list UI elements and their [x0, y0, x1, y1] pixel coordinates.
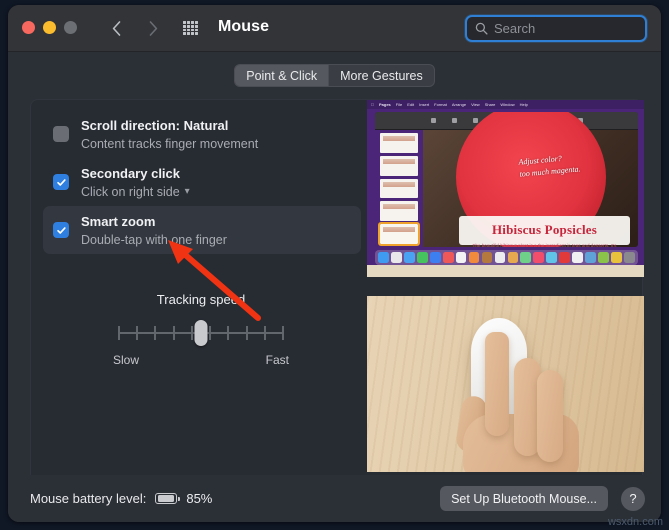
settings-panel: Scroll direction: Natural Content tracks… — [30, 99, 644, 482]
smart-zoom-checkbox[interactable] — [53, 222, 69, 238]
slider-knob[interactable] — [194, 320, 208, 346]
tab-bar: Point & Click More Gestures — [8, 64, 661, 87]
minimize-button[interactable] — [43, 21, 56, 34]
search-input[interactable] — [494, 21, 637, 36]
tab-more-gestures[interactable]: More Gestures — [328, 65, 434, 86]
slider-min-label: Slow — [113, 353, 140, 367]
preview-column: PagesFileEditInsertFormatArrangeViewSha… — [367, 100, 644, 472]
forward-button[interactable] — [141, 16, 165, 40]
hand-ring-finger — [537, 370, 563, 462]
option-title: Smart zoom — [81, 213, 156, 229]
set-up-bluetooth-mouse-button[interactable]: Set Up Bluetooth Mouse... — [440, 486, 608, 511]
mock-dock — [375, 250, 638, 265]
pages-smart-zoom-demo-image: PagesFileEditInsertFormatArrangeViewSha… — [367, 100, 644, 277]
magic-mouse-hand-photo — [367, 296, 644, 472]
mock-document-canvas: Adjust color? too much magenta. Hibiscus … — [423, 112, 638, 247]
option-scroll-direction[interactable]: Scroll direction: Natural Content tracks… — [43, 110, 361, 158]
chevron-right-icon — [149, 20, 157, 36]
thumbnail-item — [380, 178, 418, 199]
option-title: Scroll direction: Natural — [81, 117, 229, 133]
chevron-down-icon[interactable]: ▾ — [185, 186, 190, 199]
back-button[interactable] — [104, 16, 128, 40]
option-subtitle: Click on right side — [81, 185, 180, 200]
search-field[interactable] — [465, 15, 647, 42]
option-title: Secondary click — [81, 165, 180, 181]
battery-percent: 85% — [186, 491, 213, 506]
help-button[interactable]: ? — [621, 486, 645, 511]
zoom-button[interactable] — [64, 21, 77, 34]
battery-status: Mouse battery level: 85% — [30, 491, 212, 506]
option-smart-zoom[interactable]: Smart zoom Double-tap with one finger — [43, 206, 361, 254]
screenshot-root: Mouse Point & Click More Gestures — [0, 0, 669, 530]
document-body: The beautiful hibiscus plant is a the in… — [472, 243, 617, 247]
slider-max-label: Fast — [265, 353, 289, 367]
traffic-light-buttons — [22, 21, 77, 34]
option-secondary-click[interactable]: Secondary click Click on right side ▾ — [43, 158, 361, 206]
mouse-preferences-window: Mouse Point & Click More Gestures — [8, 5, 661, 522]
thumbnail-item — [380, 201, 418, 222]
window-titlebar: Mouse — [8, 5, 661, 52]
mock-thumbnail-sidebar — [375, 130, 423, 247]
document-title: Hibiscus Popsicles — [491, 222, 598, 237]
window-body: Point & Click More Gestures Scroll direc… — [8, 52, 661, 522]
slider-end-labels: Slow Fast — [113, 353, 289, 367]
tracking-speed-group: Tracking speed Slow Fast — [61, 292, 341, 367]
chevron-left-icon — [112, 20, 120, 36]
thumbnail-item — [380, 155, 418, 176]
checkmark-icon — [56, 226, 66, 234]
battery-icon — [155, 493, 180, 504]
hand-index-finger — [485, 332, 509, 436]
checkmark-icon — [56, 178, 66, 186]
secondary-click-checkbox[interactable] — [53, 174, 69, 190]
option-subtitle: Double-tap with one finger — [81, 233, 227, 248]
all-preferences-grid-icon[interactable] — [183, 21, 198, 35]
close-button[interactable] — [22, 21, 35, 34]
document-text-card: Hibiscus Popsicles The beautiful hibiscu… — [459, 216, 630, 247]
scroll-direction-checkbox[interactable] — [53, 126, 69, 142]
options-list: Scroll direction: Natural Content tracks… — [43, 110, 361, 254]
tracking-speed-slider[interactable] — [118, 320, 284, 346]
page-title: Mouse — [218, 18, 270, 35]
tab-point-and-click[interactable]: Point & Click — [235, 65, 329, 86]
watermark: wsxdn.com — [607, 516, 663, 528]
search-icon — [475, 22, 488, 35]
thumbnail-item-selected — [378, 222, 420, 246]
tracking-speed-label: Tracking speed — [156, 292, 246, 307]
thumbnail-item — [380, 133, 418, 153]
option-subtitle: Content tracks finger movement — [81, 137, 259, 152]
mock-menubar: PagesFileEditInsertFormatArrangeViewSha… — [367, 100, 644, 109]
battery-label: Mouse battery level: — [30, 491, 147, 506]
window-footer: Mouse battery level: 85% Set Up Bluetoot… — [8, 475, 661, 522]
